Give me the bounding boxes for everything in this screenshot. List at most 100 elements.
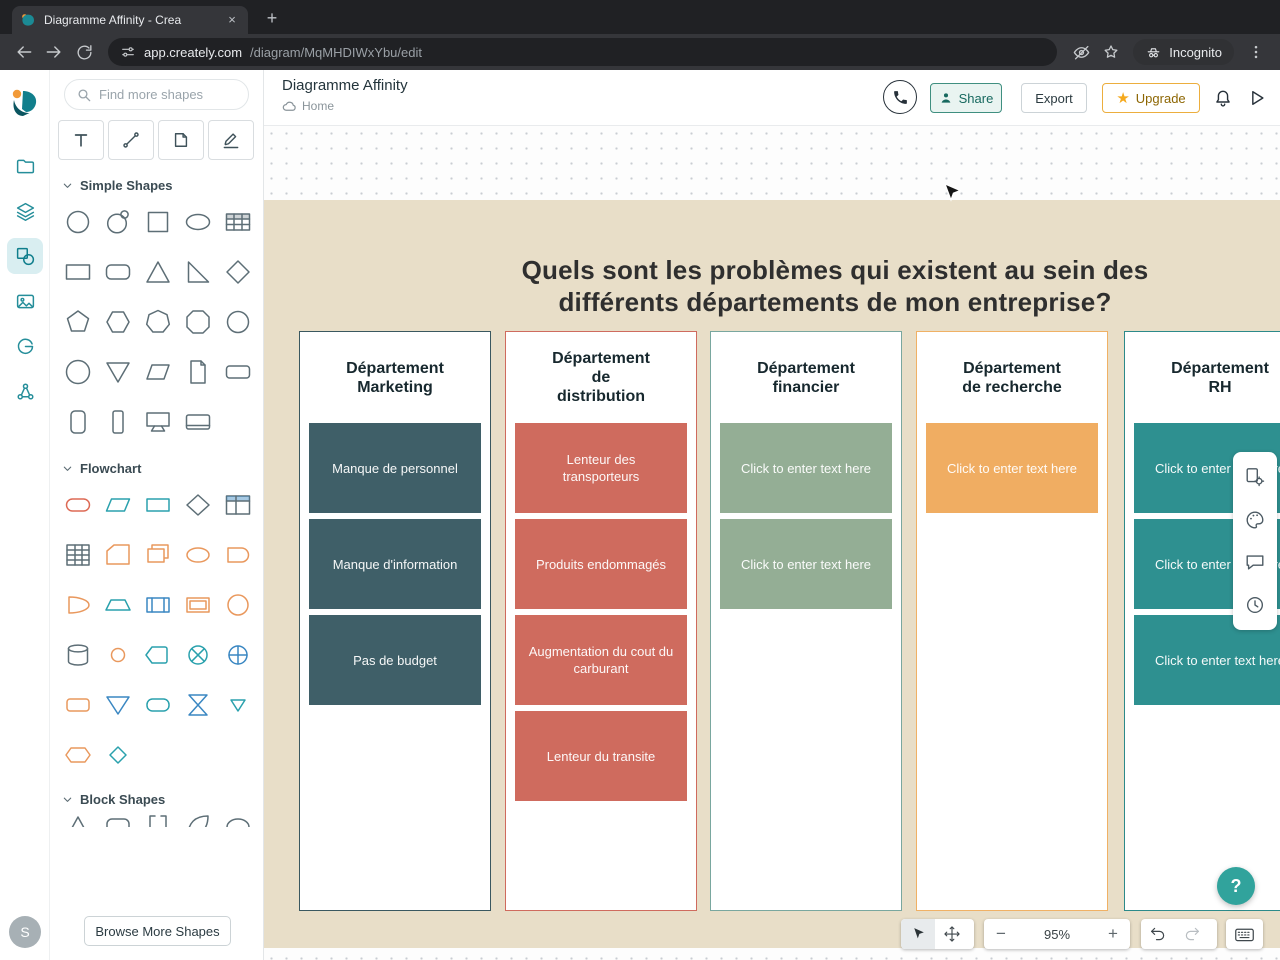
- shape-small-circle[interactable]: [98, 640, 138, 670]
- export-button[interactable]: Export: [1021, 83, 1087, 113]
- layers-icon[interactable]: [7, 193, 43, 229]
- shape-monitor-stand[interactable]: [138, 407, 178, 437]
- upgrade-button[interactable]: ★ Upgrade: [1102, 83, 1200, 113]
- share-button[interactable]: Share: [930, 83, 1002, 113]
- sticky-note[interactable]: Manque d'information: [309, 519, 481, 609]
- history-icon[interactable]: [1235, 585, 1275, 625]
- shape-right-triangle[interactable]: [178, 257, 218, 287]
- shape-connector-circle[interactable]: [218, 590, 258, 620]
- sticky-note[interactable]: Lenteur du transite: [515, 711, 687, 801]
- sticky-note[interactable]: Click to enter text here: [720, 423, 892, 513]
- tab-close-icon[interactable]: ×: [224, 12, 240, 28]
- document-title[interactable]: Diagramme Affinity: [282, 77, 408, 94]
- column-recherche[interactable]: Département de recherche Click to enter …: [916, 331, 1108, 911]
- bookmark-star-icon[interactable]: [1097, 38, 1125, 66]
- diagram-canvas[interactable]: Quels sont les problèmes qui existent au…: [264, 126, 1280, 960]
- shape-heptagon[interactable]: [138, 307, 178, 337]
- shape-grid-table[interactable]: [218, 490, 258, 520]
- sticky-note[interactable]: Click to enter text here: [720, 519, 892, 609]
- redo-icon[interactable]: [1175, 919, 1209, 949]
- shape-circle-2[interactable]: [218, 307, 258, 337]
- shape-matrix[interactable]: [58, 540, 98, 570]
- shape-or-junction[interactable]: [218, 640, 258, 670]
- column-distribution[interactable]: Département de distribution Lenteur des …: [505, 331, 697, 911]
- sticky-note[interactable]: Lenteur des transporteurs: [515, 423, 687, 513]
- select-tool-icon[interactable]: [901, 919, 935, 949]
- call-button[interactable]: [883, 80, 917, 114]
- shape-decision[interactable]: [178, 490, 218, 520]
- shape-block-bracket[interactable]: [138, 811, 178, 827]
- column-title[interactable]: Département de distribution: [506, 332, 696, 423]
- shape-merge-triangle[interactable]: [98, 690, 138, 720]
- shape-tall-rounded[interactable]: [58, 407, 98, 437]
- shape-alt-process[interactable]: [58, 690, 98, 720]
- zoom-level[interactable]: 95%: [1018, 927, 1096, 942]
- shape-predefined-process[interactable]: [138, 590, 178, 620]
- shape-document[interactable]: [178, 357, 218, 387]
- shape-preparation-hexagon[interactable]: [58, 740, 98, 770]
- section-simple-shapes[interactable]: Simple Shapes: [50, 160, 263, 197]
- column-financier[interactable]: Département financier Click to enter tex…: [710, 331, 902, 911]
- board-question-title[interactable]: Quels sont les problèmes qui existent au…: [385, 254, 1280, 318]
- shape-triangle[interactable]: [138, 257, 178, 287]
- reload-button[interactable]: [70, 38, 98, 66]
- shape-rectangle[interactable]: [58, 257, 98, 287]
- zoom-in-button[interactable]: +: [1096, 919, 1130, 949]
- frame-tool-button[interactable]: [158, 120, 204, 160]
- google-apps-icon[interactable]: [7, 328, 43, 364]
- column-marketing[interactable]: Département Marketing Manque de personne…: [299, 331, 491, 911]
- shape-block-rounded[interactable]: [98, 811, 138, 827]
- shape-block-triangle[interactable]: [58, 811, 98, 827]
- shape-ellipse[interactable]: [178, 207, 218, 237]
- shape-circle[interactable]: [58, 207, 98, 237]
- column-title[interactable]: Département Marketing: [300, 332, 490, 423]
- shape-trapezoid[interactable]: [98, 590, 138, 620]
- sticky-note[interactable]: Click to enter text here: [926, 423, 1098, 513]
- shape-circle-loop[interactable]: [98, 207, 138, 237]
- column-title[interactable]: Département financier: [711, 332, 901, 423]
- shape-widescreen-monitor[interactable]: [178, 407, 218, 437]
- shape-parallelogram[interactable]: [138, 357, 178, 387]
- shape-block-leaf[interactable]: [178, 811, 218, 827]
- shape-multi-document[interactable]: [138, 540, 178, 570]
- user-avatar[interactable]: S: [9, 916, 41, 948]
- shape-tall-rect[interactable]: [98, 407, 138, 437]
- zoom-out-button[interactable]: −: [984, 919, 1018, 949]
- comment-icon[interactable]: [1235, 542, 1275, 582]
- shape-database-cylinder[interactable]: [58, 640, 98, 670]
- sticky-note[interactable]: Manque de personnel: [309, 423, 481, 513]
- site-settings-icon[interactable]: [120, 44, 136, 60]
- shape-framed-rect[interactable]: [178, 590, 218, 620]
- shape-cone[interactable]: [58, 590, 98, 620]
- shape-stored-data[interactable]: [178, 540, 218, 570]
- shape-display[interactable]: [138, 640, 178, 670]
- back-button[interactable]: [10, 38, 38, 66]
- shape-octagon[interactable]: [178, 307, 218, 337]
- section-flowchart[interactable]: Flowchart: [50, 447, 263, 480]
- shape-collate[interactable]: [178, 690, 218, 720]
- help-button[interactable]: ?: [1217, 867, 1255, 905]
- present-play-icon[interactable]: [1242, 83, 1272, 113]
- browser-menu-icon[interactable]: [1242, 38, 1270, 66]
- column-title[interactable]: Département RH: [1125, 332, 1280, 423]
- sticky-note[interactable]: Augmentation du cout du carburant: [515, 615, 687, 705]
- shape-big-circle[interactable]: [58, 357, 98, 387]
- forward-button[interactable]: [40, 38, 68, 66]
- shape-summing-junction[interactable]: [178, 640, 218, 670]
- shape-card[interactable]: [98, 540, 138, 570]
- address-bar[interactable]: app.creately.com/diagram/MqMHDIWxYbu/edi…: [108, 38, 1058, 66]
- incognito-badge[interactable]: Incognito: [1133, 39, 1234, 65]
- section-block-shapes[interactable]: Block Shapes: [50, 780, 263, 811]
- text-tool-button[interactable]: [58, 120, 104, 160]
- connector-tool-button[interactable]: [108, 120, 154, 160]
- shapes-icon[interactable]: [7, 238, 43, 274]
- sticky-note[interactable]: Produits endommagés: [515, 519, 687, 609]
- new-tab-button[interactable]: +: [260, 7, 284, 31]
- sticky-note[interactable]: Pas de budget: [309, 615, 481, 705]
- browser-tab[interactable]: Diagramme Affinity - Crea ×: [12, 6, 248, 34]
- shape-search[interactable]: [64, 79, 249, 110]
- notifications-bell-icon[interactable]: [1208, 83, 1238, 113]
- folder-icon[interactable]: [7, 148, 43, 184]
- shape-process[interactable]: [138, 490, 178, 520]
- shape-hexagon[interactable]: [98, 307, 138, 337]
